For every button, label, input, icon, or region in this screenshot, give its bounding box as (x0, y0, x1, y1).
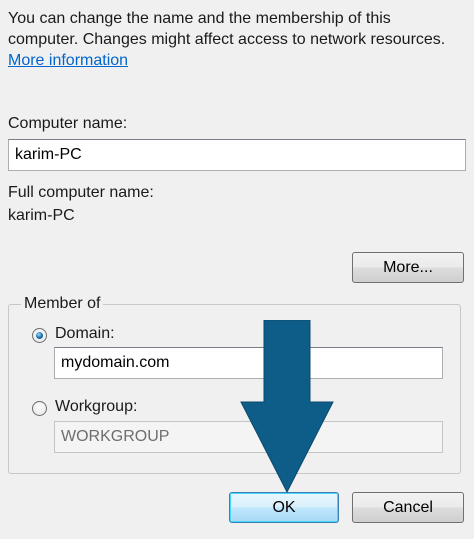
full-computer-name-value: karim-PC (8, 207, 75, 224)
down-arrow-icon (240, 320, 334, 494)
description-line-1: You can change the name and the membersh… (8, 10, 391, 27)
workgroup-radio[interactable] (32, 401, 47, 416)
ok-button[interactable]: OK (229, 492, 339, 523)
description-line-2: computer. Changes might affect access to… (8, 31, 446, 48)
more-button[interactable]: More... (352, 252, 464, 283)
description-text: You can change the name and the membersh… (8, 8, 468, 71)
workgroup-label: Workgroup: (55, 398, 138, 415)
computer-name-input[interactable]: karim-PC (8, 139, 466, 171)
computer-name-label: Computer name: (8, 115, 128, 132)
full-computer-name-label: Full computer name: (8, 184, 154, 201)
member-of-legend: Member of (21, 294, 104, 314)
cancel-button[interactable]: Cancel (352, 492, 464, 523)
down-arrow-shape (240, 320, 334, 494)
radio-selected-dot (36, 332, 43, 339)
more-information-link[interactable]: More information (8, 52, 128, 69)
domain-label: Domain: (55, 325, 115, 342)
domain-radio[interactable] (32, 328, 47, 343)
